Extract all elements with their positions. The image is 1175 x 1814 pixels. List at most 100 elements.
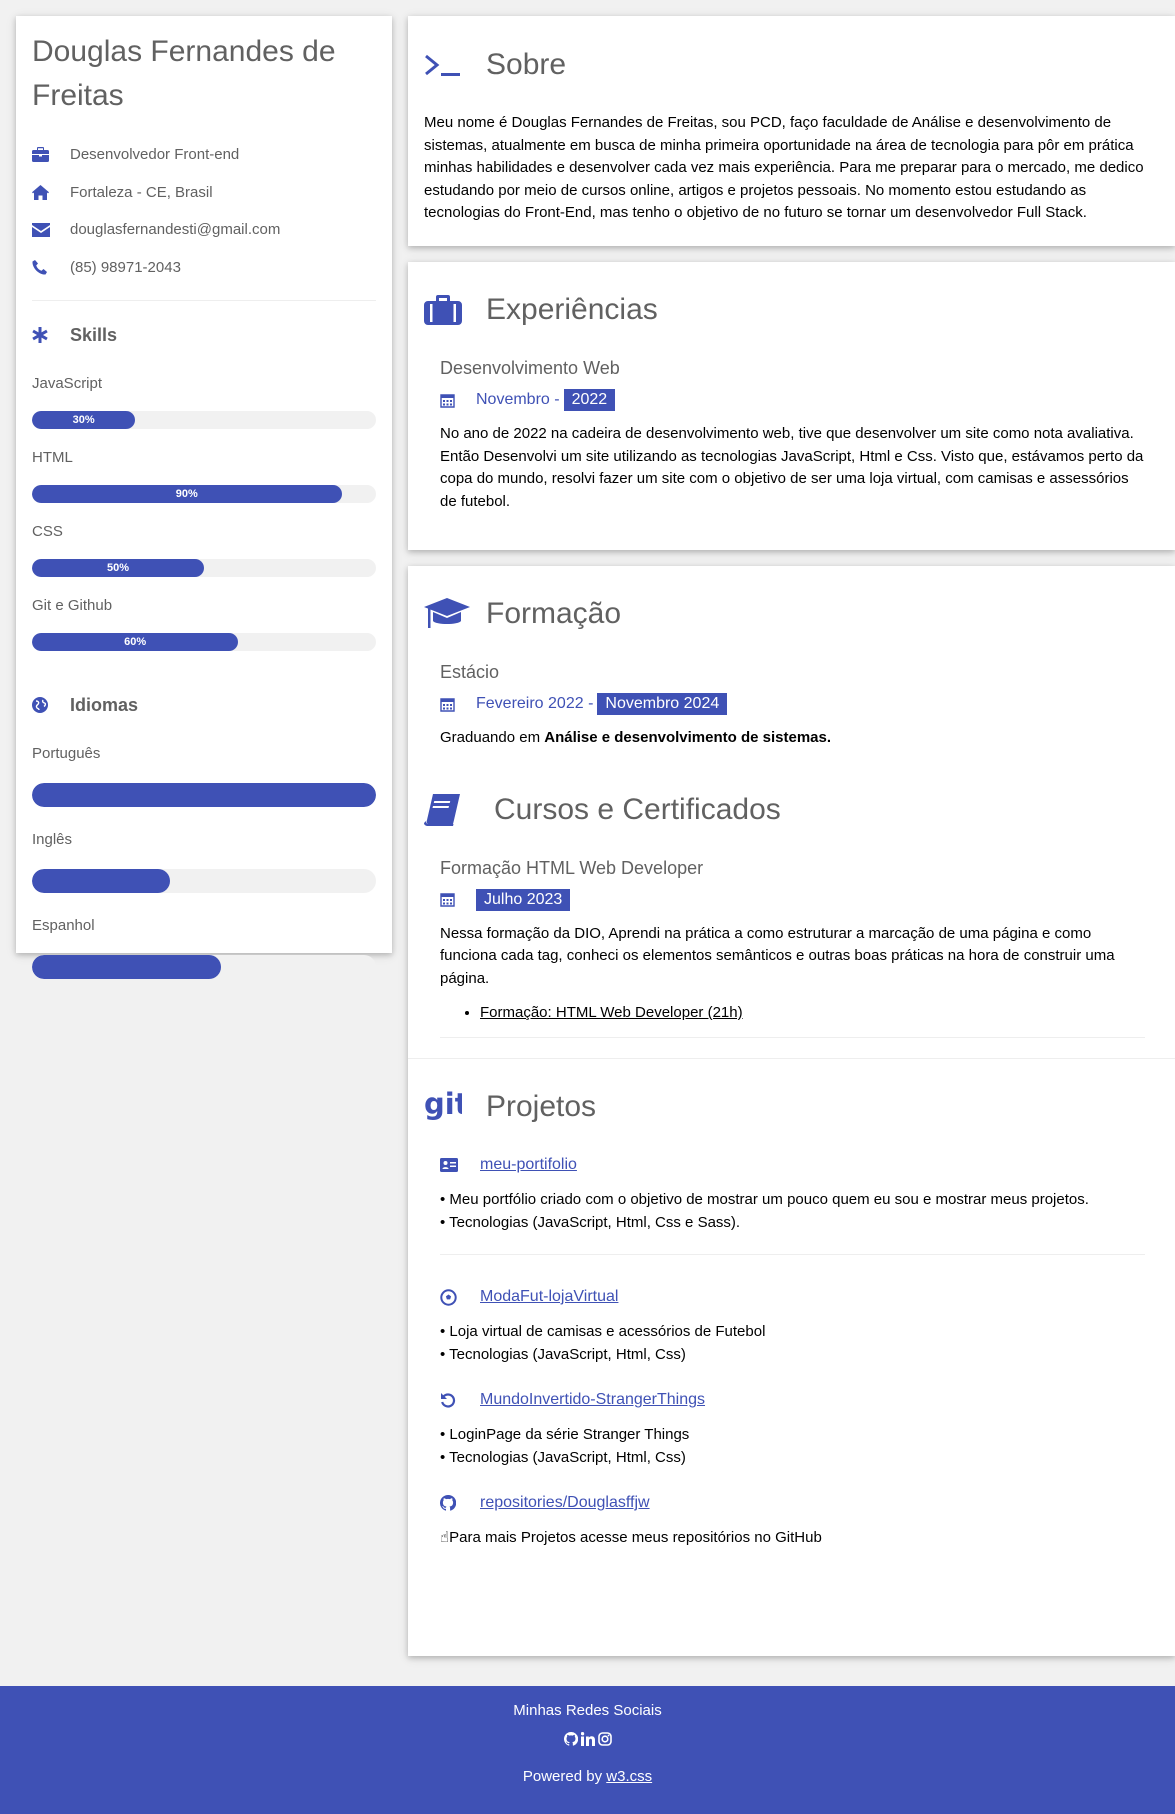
globe-icon	[32, 697, 70, 714]
language-fill-portuguese	[32, 783, 376, 808]
skills-heading: Skills	[32, 315, 376, 355]
courses-title: Cursos e Certificados	[494, 792, 781, 826]
book-icon	[424, 793, 494, 826]
skill-bar-html: 90%	[32, 485, 376, 504]
course-link[interactable]: Formação: HTML Web Developer (21h)	[480, 1004, 743, 1021]
asterisk-icon	[32, 327, 70, 344]
job-text: Desenvolvedor Front-end	[70, 146, 240, 164]
about-title: Sobre	[486, 48, 567, 81]
profile-name: Douglas Fernandes de Freitas	[32, 35, 336, 112]
project-line: • Meu portfólio criado com o objetivo de…	[440, 1191, 1089, 1208]
divider	[408, 1058, 1175, 1059]
undo-icon	[440, 1392, 480, 1408]
divider	[440, 1254, 1145, 1255]
briefcase-icon	[32, 147, 70, 163]
skills-list: JavaScript 30% HTML 90% CSS 50% Git e Gi…	[32, 369, 376, 652]
language-label-spanish: Espanhol	[32, 916, 95, 934]
course-entry: Formação HTML Web Developer Julho 2023 N…	[424, 857, 1145, 1038]
calendar-icon	[440, 697, 476, 712]
education-heading: Formação	[424, 594, 1145, 634]
instagram-icon[interactable]	[597, 1732, 612, 1750]
language-bar-portuguese	[32, 783, 376, 808]
skill-label-css: CSS	[32, 522, 63, 540]
divider	[440, 1037, 1145, 1038]
skill-fill-css: 50%	[32, 559, 204, 578]
soccer-ball-icon	[440, 1288, 480, 1306]
project-header: MundoInvertido-StrangerThings	[440, 1388, 1145, 1412]
education-item-title: Estácio	[440, 662, 500, 682]
project-link-repositories[interactable]: repositories/Douglasffjw	[480, 1494, 650, 1512]
project-link-modafut[interactable]: ModaFut-lojaVirtual	[480, 1288, 618, 1306]
education-entry: Estácio Fevereiro 2022 - Novembro 2024 G…	[424, 662, 1145, 750]
education-text-prefix: Graduando em	[440, 729, 545, 746]
project-item: MundoInvertido-StrangerThings • LoginPag…	[440, 1388, 1145, 1469]
education-date-tag: Novembro 2024	[597, 693, 728, 715]
course-text: Nessa formação da DIO, Aprendi na prátic…	[440, 924, 1115, 987]
about-panel: Sobre Meu nome é Douglas Fernandes de Fr…	[408, 16, 1175, 246]
project-item: repositories/Douglasffjw ☝Para mais Proj…	[440, 1491, 1145, 1550]
about-text: Meu nome é Douglas Fernandes de Freitas,…	[424, 114, 1144, 221]
skill-bar-css: 50%	[32, 559, 376, 578]
course-date: Julho 2023	[440, 888, 1145, 911]
projects-list: meu-portifolio • Meu portfólio criado co…	[424, 1153, 1145, 1550]
w3css-link[interactable]: w3.css	[606, 1768, 652, 1785]
project-line: • LoginPage da série Stranger Things	[440, 1426, 690, 1443]
experience-entry: Desenvolvimento Web Novembro - 2022 No a…	[424, 358, 1145, 513]
courses-heading: Cursos e Certificados	[424, 790, 1145, 830]
location-text: Fortaleza - CE, Brasil	[70, 183, 213, 201]
github-icon[interactable]	[563, 1731, 578, 1750]
skill-label-javascript: JavaScript	[32, 374, 103, 392]
phone-row: (85) 98971-2043	[32, 249, 376, 287]
pointing-hand-icon: ☝	[440, 1529, 450, 1546]
git-icon: git	[424, 1090, 486, 1124]
skill-bar-git: 60%	[32, 633, 376, 652]
language-bar-spanish	[32, 955, 376, 980]
linkedin-icon[interactable]	[580, 1732, 595, 1750]
list-item: Formação: HTML Web Developer (21h)	[480, 1004, 1145, 1021]
footer: Minhas Redes Sociais Powered by w3.css	[0, 1686, 1175, 1814]
experience-date-tag: 2022	[563, 389, 616, 411]
project-item: meu-portifolio • Meu portfólio criado co…	[440, 1153, 1145, 1255]
education-text: Graduando em Análise e desenvolvimento d…	[440, 727, 1145, 750]
course-links: Formação: HTML Web Developer (21h)	[440, 1004, 1145, 1021]
project-line: • Loja virtual de camisas e acessórios d…	[440, 1323, 766, 1340]
course-date-tag: Julho 2023	[476, 888, 571, 911]
svg-text:git: git	[424, 1090, 462, 1121]
education-date: Fevereiro 2022 - Novembro 2024	[440, 693, 1145, 715]
language-fill-english	[32, 869, 170, 894]
experience-date: Novembro - 2022	[440, 389, 1145, 411]
phone-text: (85) 98971-2043	[70, 259, 181, 277]
project-line-github-text: Para mais Projetos acesse meus repositór…	[449, 1529, 822, 1546]
education-title: Formação	[486, 597, 622, 630]
project-line: • Tecnologias (JavaScript, Html, Css)	[440, 1448, 686, 1466]
job-row: Desenvolvedor Front-end	[32, 136, 376, 174]
about-heading: Sobre	[424, 46, 1145, 84]
calendar-icon	[440, 892, 476, 907]
education-text-bold: Análise e desenvolvimento de sistemas.	[544, 729, 832, 746]
skill-fill-git: 60%	[32, 633, 239, 652]
calendar-icon	[440, 393, 476, 408]
experience-title: Experiências	[486, 293, 658, 326]
suitcase-icon	[424, 295, 486, 325]
location-row: Fortaleza - CE, Brasil	[32, 174, 376, 212]
education-panel: Formação Estácio Fevereiro 2022 - Novemb…	[408, 566, 1175, 1656]
languages-title: Idiomas	[70, 694, 139, 715]
language-label-english: Inglês	[32, 830, 73, 848]
email-text: douglasfernandesti@gmail.com	[70, 221, 281, 239]
project-line: • Tecnologias (JavaScript, Html, Css e S…	[440, 1213, 741, 1231]
languages-heading: Idiomas	[32, 685, 376, 725]
project-link-mundoinvertido[interactable]: MundoInvertido-StrangerThings	[480, 1391, 705, 1409]
email-row: douglasfernandesti@gmail.com	[32, 211, 376, 249]
skills-title: Skills	[70, 324, 118, 345]
project-link-portfolio[interactable]: meu-portifolio	[480, 1156, 577, 1174]
profile-card: Douglas Fernandes de Freitas Desenvolved…	[16, 16, 392, 980]
powered-by: Powered by w3.css	[0, 1768, 1175, 1785]
project-item: ModaFut-lojaVirtual • Loja virtual de ca…	[440, 1285, 1145, 1366]
terminal-icon	[424, 52, 486, 78]
language-fill-spanish	[32, 955, 222, 980]
languages-list: Português Inglês Espanhol	[32, 739, 376, 980]
projects-heading: git Projetos	[424, 1087, 1145, 1127]
experience-item-title: Desenvolvimento Web	[440, 358, 620, 378]
course-item-title: Formação HTML Web Developer	[440, 857, 704, 878]
github-icon	[440, 1495, 480, 1511]
